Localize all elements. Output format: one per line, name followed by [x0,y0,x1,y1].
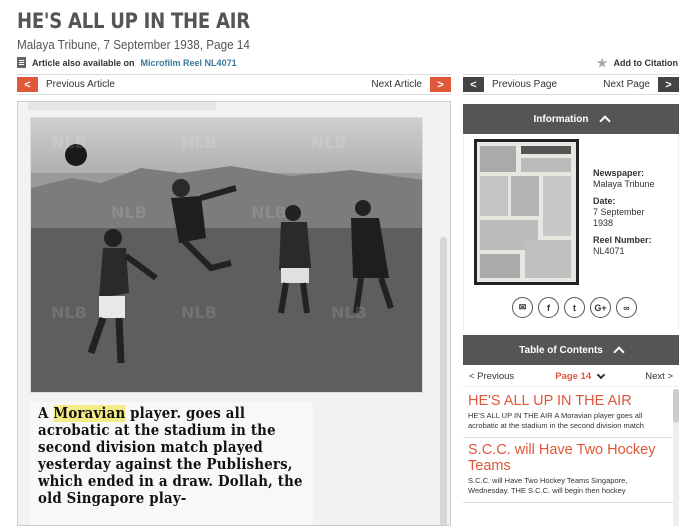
chevron-right-icon: > [658,77,679,92]
reel-prefix: Article also available on [32,57,135,68]
information-header[interactable]: Information [463,104,679,134]
chevron-down-icon [596,370,606,380]
page-thumbnail[interactable] [474,139,579,285]
email-icon[interactable]: ✉ [512,297,533,318]
toc-nav: < Previous Page 14 Next > [463,367,679,387]
reel-number-value: NL4071 [593,246,625,256]
article-nav: < Previous Article Next Article > [17,74,451,95]
next-article-label: Next Article [371,79,422,90]
reel-info: Article also available on Microfilm Reel… [17,57,237,68]
google-plus-icon[interactable]: G+ [590,297,611,318]
search-highlight: Moravian [53,405,126,422]
svg-text:NLB: NLB [51,303,87,322]
previous-page-label: Previous Page [492,79,558,90]
svg-text:NLB: NLB [251,203,287,222]
toc-item-title[interactable]: HE'S ALL UP IN THE AIR [468,393,668,409]
chevron-right-icon: > [430,77,451,92]
date-value: 7 September 1938 [593,207,645,228]
svg-text:NLB: NLB [111,203,147,222]
add-to-citation-button[interactable]: ★ Add to Citation [597,56,678,70]
page-nav: < Previous Page Next Page > [463,74,679,95]
information-panel: Newspaper: Malaya Tribune Date: 7 Septem… [463,134,679,330]
chevron-left-icon: < [17,77,38,92]
reel-number-label: Reel Number: [593,235,652,245]
twitter-icon[interactable]: t [564,297,585,318]
toc-item-title[interactable]: S.C.C. will Have Two Hockey Teams [468,442,668,474]
newspaper-viewer[interactable]: NLB NLB NLB NLB NLB NLB NLB NLB A Moravian pl… [17,101,451,526]
previous-article-label: Previous Article [46,79,115,90]
toc-page-select[interactable]: Page 14 [555,370,606,382]
date-label: Date: [593,196,616,206]
toc-list: HE'S ALL UP IN THE AIR HE'S ALL UP IN TH… [463,389,673,526]
next-article-button[interactable]: Next Article > [371,77,451,92]
microfilm-reel-link[interactable]: Microfilm Reel NL4071 [141,58,237,68]
article-photo: NLB NLB NLB NLB NLB NLB NLB NLB [30,117,423,393]
toc-page-label: Page 14 [555,371,592,382]
share-buttons: ✉ f t G+ ∞ [512,297,637,318]
toc-item[interactable]: HE'S ALL UP IN THE AIR HE'S ALL UP IN TH… [463,389,673,438]
toc-item-desc: S.C.C. will Have Two Hockey Teams Singap… [468,476,628,495]
page-title: HE'S ALL UP IN THE AIR [17,9,250,33]
previous-article-button[interactable]: < Previous Article [17,77,115,92]
document-icon [17,57,26,68]
toc-previous-button[interactable]: < Previous [469,371,514,382]
toc-scrollbar[interactable] [673,389,679,526]
clipping-strip [28,102,216,110]
svg-text:NLB: NLB [51,133,87,152]
svg-text:NLB: NLB [181,133,217,152]
toc-item[interactable]: S.C.C. will Have Two Hockey Teams S.C.C.… [463,438,673,503]
svg-text:NLB: NLB [311,133,347,152]
information-title: Information [533,113,589,125]
chevron-up-icon [598,115,611,127]
svg-text:NLB: NLB [331,303,367,322]
newspaper-label: Newspaper: [593,168,645,178]
information-meta: Newspaper: Malaya Tribune Date: 7 Septem… [593,168,663,257]
toc-item-desc: HE'S ALL UP IN THE AIR A Moravian player… [468,411,644,430]
next-page-label: Next Page [603,79,650,90]
article-text-clipping: A Moravian player. goes all acrobatic at… [30,402,313,525]
chevron-left-icon: < [463,77,484,92]
newspaper-value: Malaya Tribune [593,179,655,189]
star-icon: ★ [596,56,608,70]
chevron-up-icon [613,346,625,358]
toc-title: Table of Contents [519,344,603,356]
toc-next-button[interactable]: Next > [645,371,673,382]
svg-text:NLB: NLB [181,303,217,322]
next-page-button[interactable]: Next Page > [603,77,679,92]
article-source: Malaya Tribune, 7 September 1938, Page 1… [17,37,250,52]
facebook-icon[interactable]: f [538,297,559,318]
add-citation-label: Add to Citation [613,58,679,68]
link-icon[interactable]: ∞ [616,297,637,318]
toc-header[interactable]: Table of Contents [463,335,679,365]
article-text-before: A [38,405,54,422]
viewer-scrollbar[interactable] [440,237,447,525]
previous-page-button[interactable]: < Previous Page [463,77,557,92]
